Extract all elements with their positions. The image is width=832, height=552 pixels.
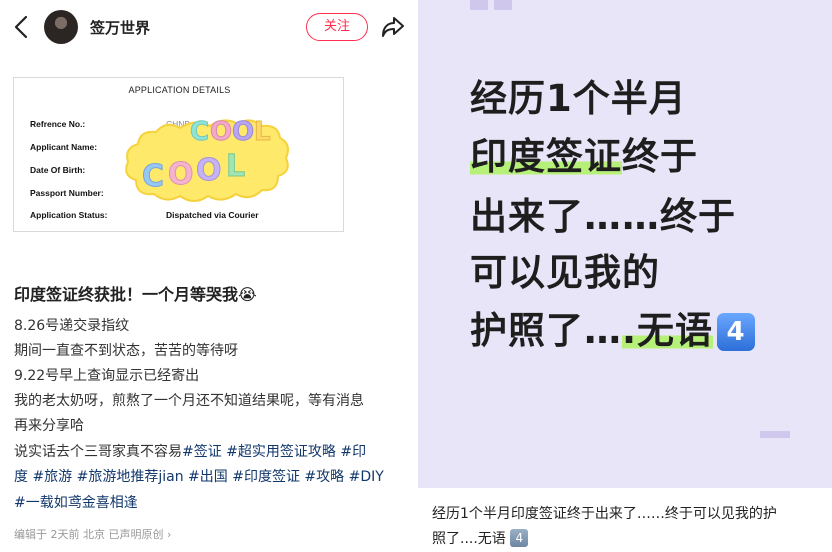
svg-text:L: L: [226, 149, 245, 184]
highlight-text: 印度签证: [470, 135, 622, 178]
body-line-6: 说实话去个三哥家真不容易#签证 #超实用签证攻略 #印: [14, 441, 366, 461]
svg-text:C: C: [142, 159, 164, 194]
decor-bar: [760, 431, 790, 438]
svg-text:O: O: [196, 153, 222, 188]
card-title: APPLICATION DETAILS: [128, 85, 231, 95]
keycap-4-icon: 4: [510, 529, 529, 547]
svg-text:C: C: [190, 117, 209, 147]
hashtags-1[interactable]: #签证 #超实用签证攻略 #印: [182, 444, 366, 460]
highlight-text: .无语: [622, 309, 714, 352]
svg-text:L: L: [254, 117, 271, 147]
status-label: Application Status:: [30, 210, 108, 220]
post-title: 印度签证终获批！一个月等哭我😭: [14, 285, 257, 304]
decor-square: [494, 0, 512, 10]
reference-label: Refrence No.:: [30, 119, 86, 129]
body-line-1: 8.26号递交录指纹: [14, 318, 130, 334]
body-line-2: 期间一直查不到状态，苦苦的等待呀: [14, 343, 238, 359]
avatar[interactable]: [44, 10, 78, 44]
body-line-5: 再来分享哈: [14, 418, 84, 434]
application-details-card: APPLICATION DETAILS Refrence No.: CHNB A…: [13, 77, 344, 232]
post-meta: 编辑于 2天前 北京 已声明原创 ›: [14, 526, 171, 542]
author-name[interactable]: 签万世界: [90, 17, 150, 38]
caption-line-1: 经历1个半月印度签证终于出来了……终于可以见我的护: [432, 506, 777, 522]
slide-line-1: 经历1个半月: [470, 77, 687, 120]
share-icon[interactable]: [380, 14, 406, 40]
chevron-left-icon[interactable]: [10, 14, 34, 40]
slide-line-4: 可以见我的: [470, 251, 660, 294]
svg-text:O: O: [232, 117, 254, 147]
slide-line-2: 印度签证终于: [470, 126, 698, 180]
cool-sticker: C O O L C O O L: [125, 117, 289, 202]
body-line-3: 9.22号早上查询显示已经寄出: [14, 368, 200, 384]
slide-line-3: 出来了……终于: [470, 195, 736, 238]
passport-label: Passport Number:: [30, 188, 104, 198]
post-panel: 签万世界 关注 APPLICATION DETAILS Refrence No.…: [0, 0, 418, 552]
applicant-label: Applicant Name:: [30, 142, 98, 152]
post-header: 签万世界 关注: [0, 0, 418, 56]
svg-text:O: O: [210, 117, 232, 147]
dob-label: Date Of Birth:: [30, 165, 86, 175]
caption-text: 照了....无语: [432, 531, 506, 547]
slide-text: 护照了…: [470, 309, 622, 352]
decor-square: [470, 0, 488, 10]
chevron-right-icon[interactable]: ›: [167, 528, 171, 541]
body-line-4: 我的老太奶呀，煎熬了一个月还不知道结果呢，等有消息: [14, 393, 364, 409]
slide-line-5: 护照了….无语 4: [470, 300, 756, 354]
slide-text: 终于: [622, 135, 698, 178]
post-image-slide[interactable]: 经历1个半月 印度签证终于 出来了……终于 可以见我的 护照了….无语 4: [418, 0, 832, 488]
hashtags-3[interactable]: #一载如鸢金喜相逢: [14, 492, 138, 512]
follow-button[interactable]: 关注: [306, 13, 368, 41]
meta-text: 编辑于 2天前 北京 已声明原创: [14, 528, 164, 541]
hashtags-2[interactable]: 度 #旅游 #旅游地推荐jian #出国 #印度签证 #攻略 #DIY: [14, 466, 384, 486]
keycap-4-icon: 4: [717, 313, 756, 351]
svg-text:O: O: [168, 157, 194, 192]
status-value: Dispatched via Courier: [166, 210, 259, 220]
body-text: 说实话去个三哥家真不容易: [14, 444, 182, 460]
caption-line-2: 照了....无语 4: [432, 528, 529, 548]
